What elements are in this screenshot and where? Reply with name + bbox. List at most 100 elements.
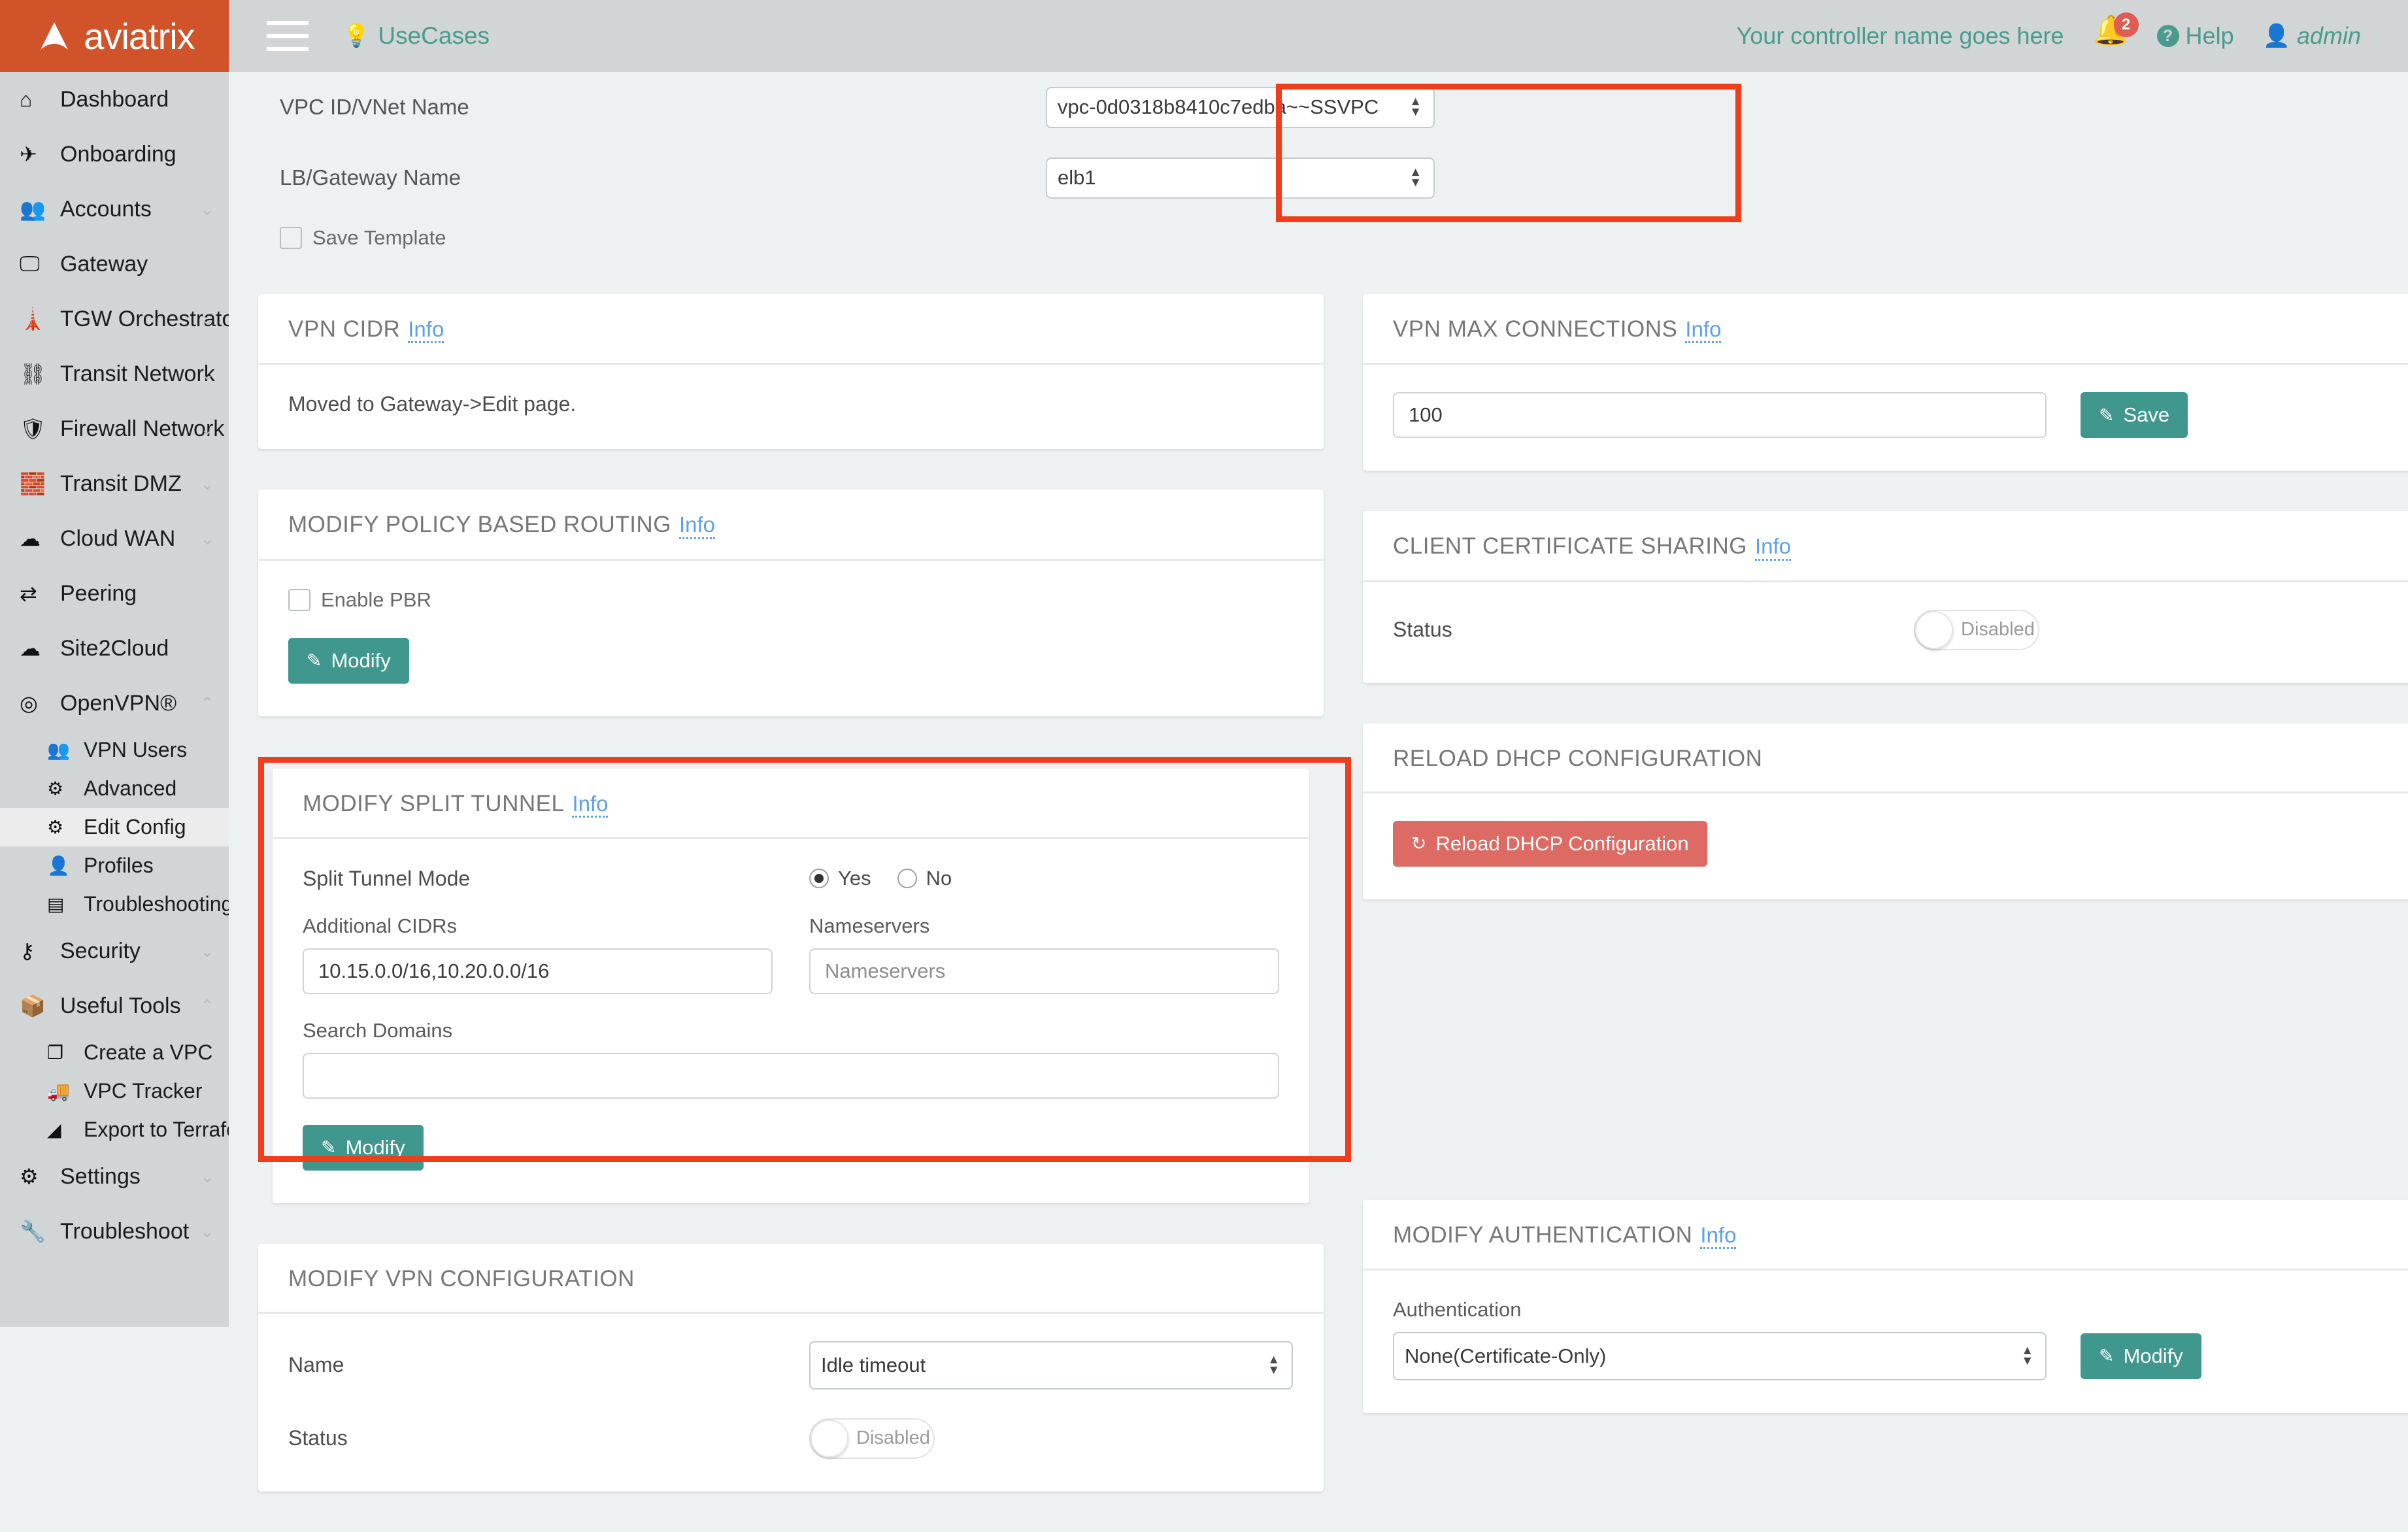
save-template-checkbox[interactable] <box>280 227 302 249</box>
shuffle-icon: ⇄ <box>20 582 37 605</box>
enable-pbr-checkbox[interactable] <box>288 588 310 611</box>
person-icon: 👤 <box>47 856 70 876</box>
enable-pbr-row[interactable]: Enable PBR <box>288 588 1294 612</box>
split-tunnel-mode-label: Split Tunnel Mode <box>303 866 471 890</box>
left-column: VPN CIDR Info Moved to Gateway->Edit pag… <box>258 294 1351 1532</box>
sidebar-item-advanced[interactable]: ⚙ Advanced <box>0 769 229 808</box>
sidebar-item-firewall-network[interactable]: 🛡 Firewall Network ⌄ <box>0 401 229 456</box>
panel-title: RELOAD DHCP CONFIGURATION <box>1393 745 1763 771</box>
chevron-up-icon: ⌃ <box>200 995 214 1016</box>
sidebar-item-cloud-wan[interactable]: ☁ Cloud WAN ⌄ <box>0 511 229 566</box>
home-icon: ⌂ <box>20 87 33 111</box>
sidebar-item-troubleshoot[interactable]: 🔧 Troubleshoot ⌄ <box>0 1204 229 1259</box>
brand-logo[interactable]: aviatrix <box>0 0 229 72</box>
sidebar-item-label: VPC Tracker <box>84 1079 203 1103</box>
main-content: VPC ID/VNet Name vpc-0d0318b8410c7edba~~… <box>229 72 2408 1491</box>
sidebar-item-troubleshooting[interactable]: ▤ Troubleshooting <box>0 885 229 924</box>
sidebar-item-edit-config[interactable]: ⚙ Edit Config <box>0 808 229 846</box>
box-icon: 📦 <box>20 994 46 1018</box>
help-link[interactable]: ? Help <box>2156 22 2234 50</box>
info-link[interactable]: Info <box>1700 1223 1737 1249</box>
radio-no[interactable]: No <box>897 867 952 890</box>
max-connections-save-button[interactable]: ✎ Save <box>2081 392 2188 439</box>
nameservers-label: Nameservers <box>809 914 930 937</box>
sidebar-item-label: Settings <box>60 1163 141 1189</box>
sidebar-item-site2cloud[interactable]: ☁ Site2Cloud <box>0 621 229 676</box>
chevron-down-icon: ⌄ <box>200 418 214 439</box>
sidebar-item-label: Transit Network <box>60 361 215 386</box>
authentication-value: None(Certificate-Only) <box>1405 1344 1607 1367</box>
sidebar-item-label: Site2Cloud <box>60 635 169 661</box>
cert-sharing-toggle-text: Disabled <box>1961 619 2035 641</box>
info-link[interactable]: Info <box>1754 535 1792 561</box>
sidebar-item-transit-network[interactable]: ⛓ Transit Network ⌄ <box>0 346 229 401</box>
gear-icon: ⚙ <box>20 1165 39 1188</box>
lb-gateway-select[interactable]: elb1 ▲ ▼ <box>1046 157 1435 199</box>
sidebar-item-label: Dashboard <box>60 86 169 112</box>
info-link[interactable]: Info <box>678 513 715 539</box>
radio-yes[interactable]: Yes <box>809 867 871 890</box>
search-domains-input[interactable] <box>303 1052 1279 1099</box>
sidebar-item-dashboard[interactable]: ⌂ Dashboard <box>0 72 229 127</box>
split-tunnel-mode-row: Split Tunnel Mode Yes No <box>303 867 1279 891</box>
sidebar-item-tgw-orchestrator[interactable]: 🗼 TGW Orchestrator ⌄ <box>0 291 229 346</box>
sidebar-item-label: VPN Users <box>84 738 188 761</box>
sidebar-item-useful-tools[interactable]: 📦 Useful Tools ⌃ <box>0 978 229 1033</box>
notifications-button[interactable]: 🔔 2 <box>2093 12 2139 56</box>
vpn-name-label: Name <box>288 1353 344 1377</box>
hamburger-icon[interactable] <box>267 21 309 51</box>
sidebar-item-security[interactable]: ⚷ Security ⌄ <box>0 924 229 978</box>
sidebar-item-transit-dmz[interactable]: 🧱 Transit DMZ ⌄ <box>0 456 229 511</box>
edit-square-icon: ✎ <box>2099 405 2115 425</box>
authentication-select[interactable]: None(Certificate-Only) ▲ ▼ <box>1393 1331 2047 1380</box>
sidebar-item-vpc-tracker[interactable]: 🚚 VPC Tracker <box>0 1072 229 1110</box>
sidebar-item-label: OpenVPN® <box>60 690 177 716</box>
max-connections-input[interactable]: 100 <box>1393 392 2047 439</box>
header-right-group: Your controller name goes here 🔔 2 ? Hel… <box>1737 0 2408 72</box>
vpc-select[interactable]: vpc-0d0318b8410c7edba~~SSVPC ▲ ▼ <box>1046 86 1435 128</box>
vpn-cidr-message: Moved to Gateway->Edit page. <box>288 392 577 416</box>
sidebar-item-label: Profiles <box>84 854 154 877</box>
cert-sharing-toggle[interactable]: Disabled <box>1914 609 2039 650</box>
additional-cidrs-input[interactable]: 10.15.0.0/16,10.20.0.0/16 <box>303 948 773 994</box>
sidebar-item-settings[interactable]: ⚙ Settings ⌄ <box>0 1149 229 1204</box>
usecases-link[interactable]: 💡 UseCases <box>343 0 490 72</box>
panel-modify-authentication: MODIFY AUTHENTICATION Info Authenticatio… <box>1363 1199 2408 1413</box>
sidebar-item-create-a-vpc[interactable]: ❐ Create a VPC <box>0 1033 229 1072</box>
sidebar-item-vpn-users[interactable]: 👥 VPN Users <box>0 731 229 769</box>
sidebar-item-openvpn[interactable]: ◎ OpenVPN® ⌃ <box>0 676 229 731</box>
admin-menu[interactable]: 👤 admin <box>2263 22 2361 50</box>
panel-vpn-max-connections: VPN MAX CONNECTIONS Info 100 ✎ Save <box>1363 294 2408 471</box>
search-domains-label: Search Domains <box>303 1018 453 1042</box>
panel-modify-split-tunnel: MODIFY SPLIT TUNNEL Info Split Tunnel Mo… <box>273 768 1309 1203</box>
usecases-label: UseCases <box>378 22 490 49</box>
save-template-checkbox-row[interactable]: Save Template <box>229 226 2408 250</box>
sidebar-item-peering[interactable]: ⇄ Peering <box>0 566 229 621</box>
reload-dhcp-button[interactable]: ↻ Reload DHCP Configuration <box>1393 820 1707 867</box>
sidebar-item-label: Security <box>60 938 141 963</box>
control-tower-icon: 🗼 <box>20 307 46 331</box>
search-domains-group: Search Domains <box>303 1019 1279 1099</box>
sidebar-item-accounts[interactable]: 👥 Accounts ⌄ <box>0 182 229 237</box>
vpn-name-select[interactable]: Idle timeout ▲ ▼ <box>809 1340 1293 1390</box>
sidebar-item-label: Cloud WAN <box>60 525 176 551</box>
sidebar-item-label: Peering <box>60 580 137 606</box>
save-template-label: Save Template <box>312 226 446 249</box>
radio-yes-dot <box>809 869 829 889</box>
sidebar-item-onboarding[interactable]: ✈ Onboarding <box>0 127 229 182</box>
sidebar-item-label: Accounts <box>60 196 152 222</box>
panel-header: VPN MAX CONNECTIONS Info <box>1363 294 2408 365</box>
pbr-modify-button[interactable]: ✎ Modify <box>288 637 409 684</box>
info-link[interactable]: Info <box>408 317 444 344</box>
sidebar-item-export-to-terraform[interactable]: ◢ Export to Terraform <box>0 1110 229 1149</box>
split-tunnel-modify-button[interactable]: ✎ Modify <box>303 1124 424 1171</box>
authentication-modify-button[interactable]: ✎ Modify <box>2081 1333 2201 1379</box>
info-link[interactable]: Info <box>572 791 609 818</box>
nameservers-input[interactable]: Nameservers <box>809 948 1279 994</box>
sidebar-item-gateway[interactable]: 🖵 Gateway <box>0 237 229 291</box>
enable-pbr-label: Enable PBR <box>321 588 431 611</box>
sidebar-item-profiles[interactable]: 👤 Profiles <box>0 846 229 885</box>
vpn-status-toggle[interactable]: Disabled <box>809 1418 935 1459</box>
chevron-up-icon: ⌃ <box>200 693 214 713</box>
info-link[interactable]: Info <box>1685 317 1722 344</box>
